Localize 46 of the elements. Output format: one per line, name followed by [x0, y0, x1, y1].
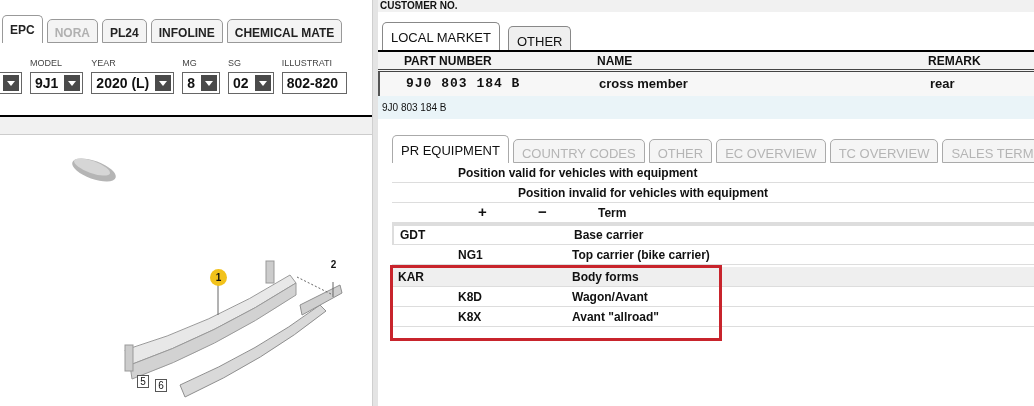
- dropdown[interactable]: 8: [182, 72, 221, 94]
- tab[interactable]: PR EQUIPMENT: [392, 135, 509, 163]
- tab[interactable]: OTHER: [507, 26, 572, 50]
- tab[interactable]: INFOLINE: [150, 19, 223, 43]
- dropdown[interactable]: 2020 (L): [91, 72, 175, 94]
- tab[interactable]: EPC: [2, 15, 43, 43]
- field-label: SG: [228, 59, 243, 69]
- field-label: ILLUSTRATI: [281, 59, 333, 69]
- field-label: MODEL: [30, 59, 63, 69]
- callout-label[interactable]: 6: [155, 379, 167, 392]
- callout-label[interactable]: 1: [210, 269, 227, 286]
- selected-part-label: 9J0 803 184 B: [378, 96, 1034, 119]
- column-header: Position valid for vehicles with equipment: [458, 164, 698, 182]
- column-header: NAME: [597, 52, 634, 70]
- table-cell-text: Body forms: [572, 268, 639, 286]
- callout-label[interactable]: 5: [137, 375, 149, 388]
- table-cell-text: NG1: [457, 246, 484, 264]
- column-header: Position invalid for vehicles with equipment: [518, 184, 769, 202]
- dropdown[interactable]: 02: [228, 72, 274, 94]
- tab[interactable]: LOCAL MARKET: [382, 22, 500, 50]
- dropdown[interactable]: [0, 72, 22, 94]
- table-cell-text: cross member: [599, 75, 689, 94]
- table-cell-text: Top carrier (bike carrier): [572, 246, 710, 264]
- cover-part-drawing: [72, 158, 116, 182]
- field-label: MG: [182, 59, 198, 69]
- table-cell-text: Wagon/Avant: [572, 288, 648, 306]
- column-header: Term: [598, 204, 627, 222]
- table-cell-text: Avant "allroad": [572, 308, 659, 326]
- table-cell-text: Base carrier: [574, 227, 644, 244]
- field-label: YEAR: [91, 59, 117, 69]
- table-cell-text: 9J0 803 184 B: [405, 75, 522, 94]
- column-header: −: [538, 202, 548, 223]
- header-label: CUSTOMER NO.: [380, 1, 458, 11]
- tab[interactable]: CHEMICAL MATE: [226, 19, 343, 43]
- tab[interactable]: PL24: [102, 19, 147, 43]
- column-header: +: [478, 202, 488, 223]
- table-cell-text: K8D: [457, 288, 483, 306]
- input-field[interactable]: 802-820: [281, 72, 348, 94]
- column-header: PART NUMBER: [403, 52, 493, 70]
- table-cell-text: rear: [930, 75, 956, 94]
- dropdown[interactable]: 9J1: [30, 72, 84, 94]
- callout-label[interactable]: 2: [329, 259, 338, 271]
- table-cell-text: KAR: [397, 268, 425, 286]
- table-cell-text: GDT: [399, 227, 427, 244]
- column-header: REMARK: [928, 52, 982, 70]
- table-cell-text: K8X: [457, 308, 483, 326]
